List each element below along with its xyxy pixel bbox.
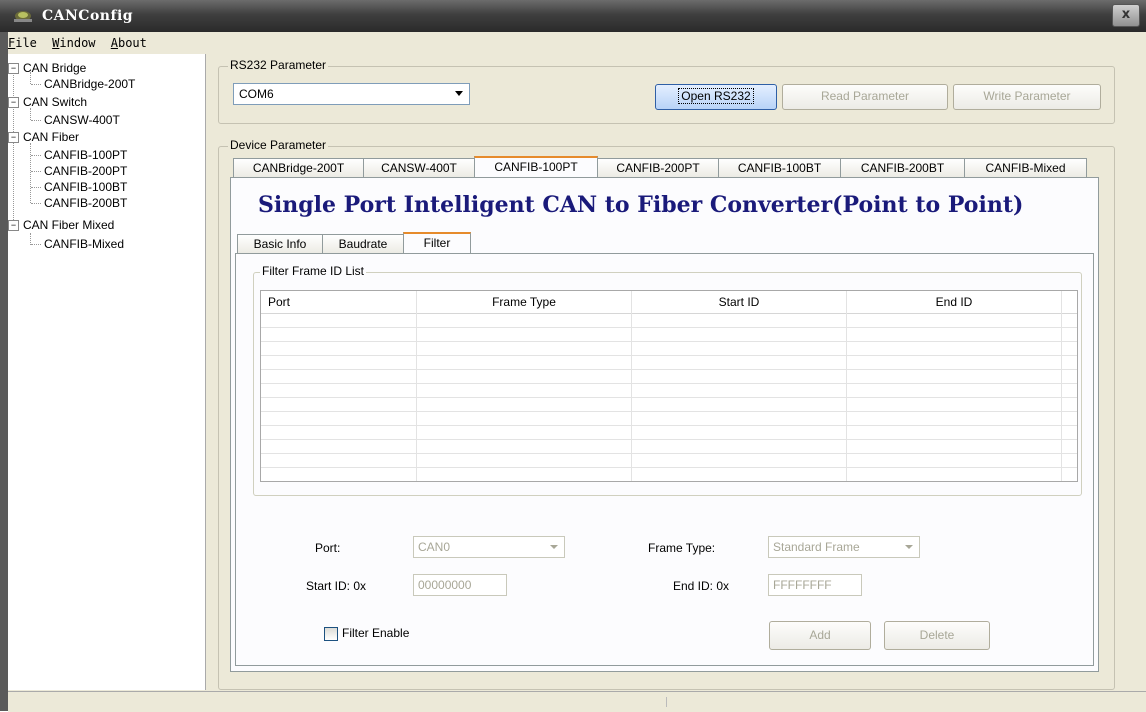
status-divider [666, 697, 667, 707]
device-heading: Single Port Intelligent CAN to Fiber Con… [258, 192, 1024, 218]
column-header-end-id[interactable]: End ID [847, 291, 1062, 314]
status-bar [8, 691, 1146, 712]
tree-group-can-fiber-mixed[interactable]: − CAN Fiber Mixed [8, 218, 114, 232]
close-button[interactable]: x [1112, 4, 1140, 27]
filter-panel: Filter Frame ID List Port Frame Type Sta… [235, 253, 1094, 666]
tree-group-can-switch[interactable]: − CAN Switch [8, 95, 87, 109]
tab-filter[interactable]: Filter [403, 232, 471, 254]
end-id-input[interactable]: FFFFFFFF [768, 574, 862, 596]
tab-canfib-200bt[interactable]: CANFIB-200BT [840, 158, 965, 177]
port-label: Port: [315, 541, 341, 555]
title-bar[interactable]: CANConfig x [0, 0, 1146, 32]
tab-canfib-200pt[interactable]: CANFIB-200PT [597, 158, 719, 177]
device-tree[interactable]: − CAN Bridge CANBridge-200T − CAN Switch C… [8, 54, 206, 690]
collapse-icon[interactable]: − [8, 220, 19, 232]
frame-type-select[interactable]: Standard Frame [768, 536, 920, 558]
menu-file[interactable]: File [8, 36, 37, 50]
tree-line [31, 84, 41, 85]
write-parameter-button[interactable]: Write Parameter [953, 84, 1101, 110]
grid-line [261, 397, 1077, 398]
collapse-icon[interactable]: − [8, 97, 19, 109]
tree-line [30, 108, 31, 120]
chevron-down-icon [455, 91, 463, 96]
column-header-frame-type[interactable]: Frame Type [417, 291, 632, 314]
column-header-start-id[interactable]: Start ID [632, 291, 847, 314]
tab-baudrate[interactable]: Baudrate [322, 234, 404, 253]
app-window: CANConfig x File Window About − CAN Bridg… [0, 0, 1146, 712]
app-icon [14, 11, 32, 22]
tab-basic-info[interactable]: Basic Info [237, 234, 323, 253]
open-rs232-button[interactable]: Open RS232 [655, 84, 777, 110]
tree-line [31, 244, 41, 245]
grid-line [261, 383, 1077, 384]
collapse-icon[interactable]: − [8, 132, 19, 144]
start-id-label: Start ID: 0x [306, 579, 367, 593]
chevron-down-icon [550, 545, 558, 549]
tree-item-canfib-100bt[interactable]: CANFIB-100BT [44, 180, 127, 194]
grid-line [261, 467, 1077, 468]
tree-line [31, 155, 41, 156]
grid-line [261, 453, 1077, 454]
tree-item-canfib-200pt[interactable]: CANFIB-200PT [44, 164, 127, 178]
chevron-down-icon [905, 545, 913, 549]
add-button[interactable]: Add [769, 621, 871, 650]
window-title: CANConfig [42, 8, 134, 24]
com-port-select[interactable]: COM6 [233, 83, 470, 105]
com-port-value: COM6 [239, 87, 274, 101]
tree-line [31, 171, 41, 172]
device-panel: Single Port Intelligent CAN to Fiber Con… [230, 177, 1099, 672]
tree-item-canbridge-200t[interactable]: CANBridge-200T [44, 77, 135, 91]
tree-line [31, 120, 41, 121]
device-parameter-group-label: Device Parameter [228, 138, 329, 152]
tree-item-canfib-mixed[interactable]: CANFIB-Mixed [44, 237, 124, 251]
grid-line [261, 411, 1077, 412]
delete-button[interactable]: Delete [884, 621, 990, 650]
column-header-port[interactable]: Port [261, 291, 417, 314]
grid-line [261, 369, 1077, 370]
menu-about[interactable]: About [111, 36, 147, 50]
grid-line [261, 439, 1077, 440]
tab-canfib-100pt[interactable]: CANFIB-100PT [474, 156, 598, 178]
tree-line [13, 68, 14, 230]
end-id-value: FFFFFFFF [773, 578, 832, 592]
tree-group-can-fiber[interactable]: − CAN Fiber [8, 130, 79, 144]
tab-canbridge-200t[interactable]: CANBridge-200T [233, 158, 364, 177]
tree-item-canfib-100pt[interactable]: CANFIB-100PT [44, 148, 127, 162]
tab-cansw-400t[interactable]: CANSW-400T [363, 158, 475, 177]
tree-group-can-bridge[interactable]: − CAN Bridge [8, 61, 86, 75]
tree-line [30, 143, 31, 203]
read-parameter-button[interactable]: Read Parameter [782, 84, 948, 110]
port-select[interactable]: CAN0 [413, 536, 565, 558]
menu-bar: File Window About [8, 36, 155, 54]
end-id-label: End ID: 0x [673, 579, 730, 593]
frame-type-value: Standard Frame [773, 540, 860, 554]
filter-enable-label[interactable]: Filter Enable [342, 626, 409, 640]
tab-canfib-mixed[interactable]: CANFIB-Mixed [964, 158, 1087, 177]
tree-line [31, 187, 41, 188]
grid-line [261, 327, 1077, 328]
start-id-input[interactable]: 00000000 [413, 574, 507, 596]
tree-item-canfib-200bt[interactable]: CANFIB-200BT [44, 196, 127, 210]
window-frame-left [0, 32, 8, 711]
rs232-group-label: RS232 Parameter [228, 58, 329, 72]
frame-type-label: Frame Type: [648, 541, 716, 555]
grid-line [261, 425, 1077, 426]
tab-canfib-100bt[interactable]: CANFIB-100BT [718, 158, 841, 177]
menu-window[interactable]: Window [52, 36, 95, 50]
grid-line [261, 341, 1077, 342]
collapse-icon[interactable]: − [8, 63, 19, 75]
grid-line [261, 355, 1077, 356]
column-header-filler [1062, 291, 1077, 314]
filter-table[interactable]: Port Frame Type Start ID End ID [260, 290, 1078, 482]
filter-list-group-label: Filter Frame ID List [260, 264, 367, 278]
start-id-value: 00000000 [418, 578, 472, 592]
tree-item-cansw-400t[interactable]: CANSW-400T [44, 113, 120, 127]
tree-line [31, 203, 41, 204]
port-select-value: CAN0 [418, 540, 451, 554]
filter-enable-checkbox[interactable] [324, 627, 338, 641]
